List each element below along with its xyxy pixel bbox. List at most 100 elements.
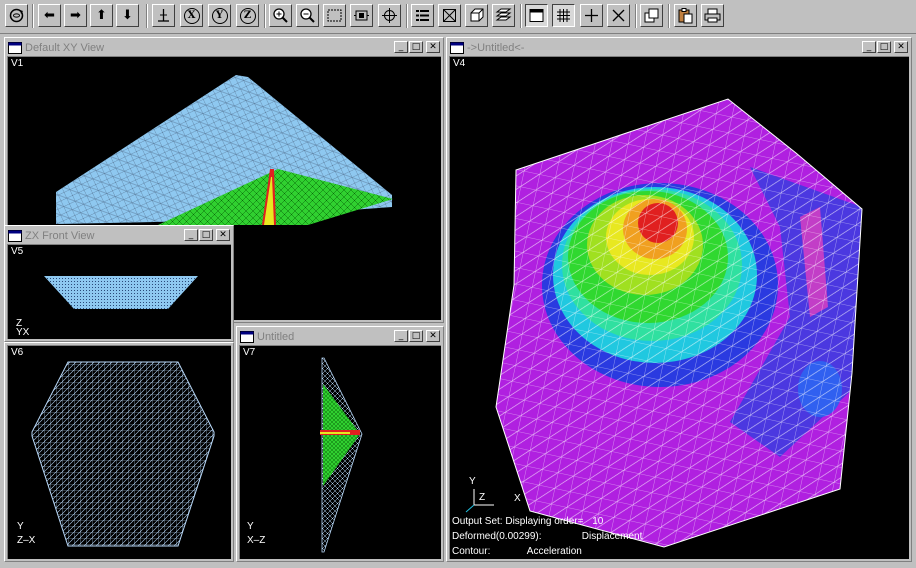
paste-button[interactable]: [674, 4, 697, 27]
pan-left-button[interactable]: ⬅: [38, 4, 61, 27]
normal-icon: [158, 9, 169, 22]
window-title: Untitled: [257, 330, 295, 343]
mesh-front-view: [44, 276, 198, 309]
viewport-label: V6: [11, 347, 24, 358]
close-button[interactable]: ✕: [216, 229, 230, 241]
axis-triad-top: Y: [247, 521, 254, 532]
minimize-button[interactable]: _: [862, 41, 876, 53]
toolbar-separator: [406, 4, 408, 28]
viewport-v5[interactable]: V5 Z YX: [7, 244, 231, 339]
zoom-box-icon: [327, 9, 342, 22]
maximize-icon: □: [411, 41, 421, 52]
close-icon: ✕: [219, 229, 227, 240]
minimize-icon: _: [398, 330, 404, 341]
maximize-icon: □: [411, 330, 421, 341]
axis-triad-y: Y: [469, 476, 476, 487]
grid-button[interactable]: [552, 4, 575, 27]
close-button[interactable]: ✕: [426, 330, 440, 342]
main-toolbar: ⬅ ➡ ⬆ ⬇ X Y Z: [0, 0, 916, 34]
view-z-button[interactable]: Z: [236, 4, 259, 27]
output-info-panel: Output Set: Displaying order= 10 Deforme…: [452, 514, 642, 559]
fit-button[interactable]: [350, 4, 373, 27]
zoom-box-button[interactable]: [323, 4, 346, 27]
maximize-button[interactable]: □: [199, 229, 213, 241]
solid-view-button[interactable]: [465, 4, 488, 27]
close-icon: ✕: [897, 41, 905, 52]
window-v6[interactable]: V6 Y Z–X: [4, 342, 234, 562]
deformed-label: Deformed(0.00299):: [452, 531, 542, 542]
mesh-side-view: [320, 357, 363, 553]
app-icon: [240, 330, 254, 343]
viewport-label: V5: [11, 246, 24, 257]
output-set-label: Output Set: Displaying order=: [452, 516, 584, 527]
layers-button[interactable]: [492, 4, 515, 27]
viewport-v7[interactable]: V7 Y X–Z: [239, 345, 441, 559]
view-y-button[interactable]: Y: [208, 4, 231, 27]
normal-view-button[interactable]: [152, 4, 175, 27]
window-titlebar[interactable]: Default XY View _ □ ✕: [7, 40, 441, 55]
toolbar-separator: [520, 4, 522, 28]
deformed-value: Displacement: [581, 531, 643, 542]
window-title: ZX Front View: [25, 229, 95, 242]
list-icon: [416, 10, 429, 21]
viewport-label: V1: [11, 58, 24, 69]
model-info-button[interactable]: [411, 4, 434, 27]
toolbar-separator: [32, 4, 34, 28]
maximize-button[interactable]: □: [409, 330, 423, 342]
close-button[interactable]: ✕: [426, 41, 440, 53]
axis-triad-bottom: X–Z: [247, 535, 266, 546]
mesh-top-view: [31, 361, 215, 547]
cube-icon: [470, 8, 484, 22]
layers-icon: [495, 8, 512, 21]
copy-button[interactable]: [640, 4, 663, 27]
window-titlebar[interactable]: Untitled _ □ ✕: [239, 329, 441, 344]
delete-button[interactable]: [607, 4, 630, 27]
box-button[interactable]: [438, 4, 461, 27]
femap-app: ⬅ ➡ ⬆ ⬇ X Y Z Default XY View _ □ ✕ V1 Z…: [0, 0, 916, 568]
add-button[interactable]: [580, 4, 603, 27]
maximize-button[interactable]: □: [877, 41, 891, 53]
close-icon: ✕: [429, 41, 437, 52]
fit-icon: [354, 10, 369, 21]
zoom-in-button[interactable]: [269, 4, 292, 27]
zoom-out-icon: [300, 8, 315, 23]
zoom-out-button[interactable]: [296, 4, 319, 27]
pan-down-button[interactable]: ⬇: [116, 4, 139, 27]
box-icon: [443, 9, 456, 22]
viewport-v6[interactable]: V6 Y Z–X: [7, 345, 231, 559]
view-x-button[interactable]: X: [180, 4, 203, 27]
viewport-label: V4: [453, 58, 466, 69]
minimize-button[interactable]: _: [184, 229, 198, 241]
close-button[interactable]: ✕: [894, 41, 908, 53]
window-titlebar[interactable]: ->Untitled<- _ □ ✕: [449, 40, 909, 55]
toolbar-separator: [668, 4, 670, 28]
contour-plot: [465, 98, 863, 548]
window-titlebar[interactable]: ZX Front View _ □ ✕: [7, 228, 231, 243]
viewport-v4[interactable]: V4 Y Z X Output Set: Displaying order= 1…: [449, 56, 909, 559]
toolbar-separator: [635, 4, 637, 28]
center-button[interactable]: [378, 4, 401, 27]
minimize-icon: _: [398, 41, 404, 52]
contour-line: Contour: Acceleration: [452, 544, 642, 559]
minimize-button[interactable]: _: [394, 41, 408, 53]
output-set-line: Output Set: Displaying order= 10: [452, 514, 642, 529]
paste-icon: [678, 8, 693, 24]
contour-value: Acceleration: [526, 546, 582, 557]
x-axis-icon: X: [183, 7, 200, 24]
axis-triad-bottom: YX: [16, 327, 30, 338]
window-untitled-v4[interactable]: ->Untitled<- _ □ ✕ V4 Y Z X Output Set: …: [446, 37, 912, 562]
window-title: Default XY View: [25, 41, 105, 54]
toolbar-separator: [264, 4, 266, 28]
arrow-right-icon: ➡: [70, 8, 81, 23]
minimize-button[interactable]: _: [394, 330, 408, 342]
window-button[interactable]: [525, 4, 548, 27]
maximize-button[interactable]: □: [409, 41, 423, 53]
window-untitled-v7[interactable]: Untitled _ □ ✕ V7 Y X–Z: [236, 326, 444, 562]
rotate-button[interactable]: [5, 4, 28, 27]
print-button[interactable]: [701, 4, 724, 27]
pan-right-button[interactable]: ➡: [64, 4, 87, 27]
close-icon: ✕: [429, 330, 437, 341]
window-zx-front-view[interactable]: ZX Front View _ □ ✕ V5 Z YX: [4, 225, 234, 342]
maximize-icon: □: [201, 229, 211, 240]
pan-up-button[interactable]: ⬆: [90, 4, 113, 27]
